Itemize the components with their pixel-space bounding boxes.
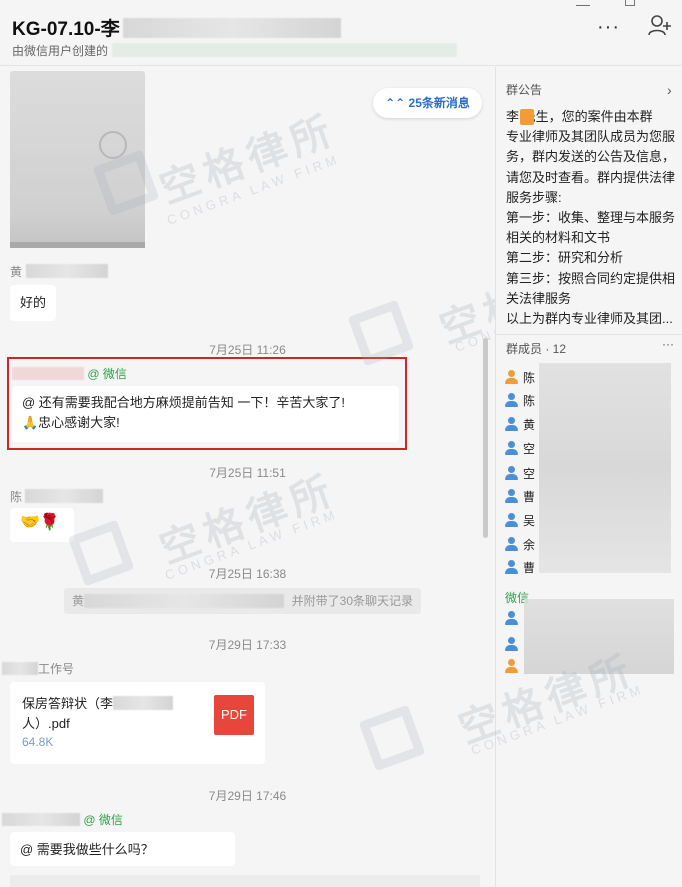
members-title: 群成员 · 12 [506, 342, 567, 356]
chat-subtitle: 由微信用户创建的 [12, 42, 458, 59]
emoji-message[interactable]: 🤝🌹 [10, 508, 74, 542]
member-item[interactable]: 余 [505, 535, 535, 555]
timestamp: 7月25日 11:26 [209, 343, 286, 357]
message-line-1: @ 还有需要我配合地方麻烦提前告知 一下！辛苦大家了! [22, 395, 346, 410]
redacted-names [539, 363, 671, 573]
notice-title: 群公告 [506, 83, 543, 97]
chat-area[interactable]: ⌃⌃ 25条新消息 黄 好的 7月25日 11:26 @ 微信 @ 还有需要我配… [0, 67, 495, 887]
sender-name: 陈 [10, 488, 104, 505]
user-icon [505, 489, 519, 503]
new-messages-button[interactable]: ⌃⌃ 25条新消息 [373, 88, 482, 118]
chat-scrollbar[interactable] [483, 338, 488, 538]
image-circle-shape [99, 131, 127, 159]
sender-name: @ 微信 [2, 811, 123, 828]
group-notice[interactable]: 李 先生，您的案件由本群 专业律师及其团队成员为您服 务，群内发送的公告及信息，… [506, 107, 678, 329]
sender-name: 黄 [10, 263, 109, 280]
message-bubble[interactable]: 好的 [10, 285, 57, 321]
redaction-mark [520, 109, 534, 125]
user-icon [505, 441, 519, 455]
member-item[interactable] [505, 609, 523, 629]
maximize-icon[interactable] [625, 0, 635, 6]
user-icon [505, 611, 519, 625]
member-item[interactable]: 曹 [505, 558, 535, 578]
user-icon [505, 417, 519, 431]
pdf-file-icon: PDF [214, 695, 254, 735]
timestamp: 7月25日 16:38 [208, 567, 287, 581]
message-bubble[interactable]: @ 还有需要我配合地方麻烦提前告知 一下！辛苦大家了! 🙏忠心感谢大家! [12, 386, 399, 442]
add-member-icon[interactable] [648, 14, 672, 36]
user-icon [505, 560, 519, 574]
file-name: 保房答辩状（李 人）.pdf [22, 694, 202, 734]
user-icon [505, 370, 519, 384]
redacted-names [524, 599, 674, 674]
member-item[interactable]: 黄 [505, 415, 535, 435]
timestamp: 7月29日 17:33 [208, 638, 287, 652]
member-item[interactable]: 曹 [505, 487, 535, 507]
user-icon [505, 513, 519, 527]
member-item[interactable]: 吴 [505, 511, 535, 531]
member-item[interactable]: 空 [505, 464, 535, 484]
member-item[interactable] [505, 635, 523, 655]
user-icon [505, 637, 519, 651]
minimize-icon[interactable]: — [576, 0, 590, 12]
timestamp: 7月29日 17:46 [208, 789, 287, 803]
file-attachment[interactable]: 保房答辩状（李 人）.pdf 64.8K PDF [10, 682, 265, 764]
file-size: 64.8K [22, 735, 54, 749]
section-divider [496, 334, 682, 335]
wechat-tag: @ 微信 [83, 813, 123, 827]
chat-title: KG-07.10-李 [12, 14, 341, 41]
timestamp: 7月25日 11:51 [209, 466, 286, 480]
user-icon [505, 659, 519, 673]
sender-name: @ 微信 [12, 365, 127, 382]
group-info-panel: 群公告 › 李 先生，您的案件由本群 专业律师及其团队成员为您服 务，群内发送的… [358, 67, 682, 887]
user-icon [505, 466, 519, 480]
sender-name: 工作号 [2, 660, 74, 677]
member-item[interactable]: 空 [505, 439, 535, 459]
image-bottom-band [10, 242, 145, 248]
more-members-icon[interactable]: ··· [662, 337, 674, 351]
forwarded-records-notice[interactable]: 黄并附带了30条聊天记录 [64, 588, 421, 614]
user-icon [505, 537, 519, 551]
chevron-right-icon[interactable]: › [667, 82, 672, 98]
image-message[interactable] [10, 71, 145, 248]
message-line-2: 🙏忠心感谢大家! [22, 415, 120, 430]
wechat-tag: @ 微信 [87, 367, 127, 381]
user-icon [505, 393, 519, 407]
member-item[interactable]: 陈 [505, 391, 535, 411]
title-bar: KG-07.10-李 由微信用户创建的 — ··· [0, 0, 682, 66]
member-item[interactable] [505, 657, 523, 677]
message-bubble[interactable]: @ 需要我做些什么吗？ [10, 832, 235, 866]
input-area-edge[interactable] [10, 875, 480, 887]
more-options-icon[interactable]: ··· [597, 16, 620, 39]
member-item[interactable]: 陈 [505, 368, 535, 388]
